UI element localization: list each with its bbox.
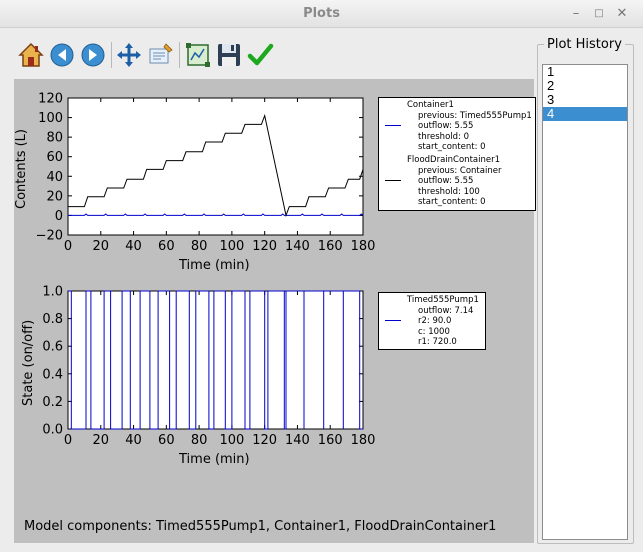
legend-entry-detail: start_content: 0	[418, 197, 486, 207]
x-tick-label: 80	[191, 239, 208, 254]
legend-entry-detail: outflow: 5.55	[418, 121, 474, 131]
save-disk-icon	[218, 44, 240, 66]
legend-entry-detail: outflow: 7.14	[418, 305, 474, 316]
subplots-config-icon	[186, 43, 210, 67]
top-xlabel: Time (min)	[178, 258, 250, 273]
x-tick-label: 120	[252, 433, 277, 448]
back-arrow-icon	[50, 43, 74, 67]
plot-figure: 0 20 40 60 80 100 120 140 160 180 −20 0 20 40 60 80 100 1…	[14, 79, 536, 543]
legend-swatch	[385, 180, 401, 181]
minimize-button[interactable]: –	[566, 4, 586, 24]
apply-button[interactable]	[245, 40, 275, 70]
y-tick-label: 0.8	[42, 312, 63, 327]
x-tick-label: 180	[351, 239, 376, 254]
legend-entry-detail: threshold: 100	[418, 186, 480, 197]
y-tick-label: 40	[46, 170, 63, 185]
y-tick-label: 0.4	[42, 367, 63, 382]
toolbar-separator	[179, 42, 180, 68]
plot-history-item[interactable]: 3	[543, 93, 627, 107]
x-tick-label: 140	[285, 433, 310, 448]
plot-history-item[interactable]: 4	[543, 107, 627, 121]
configure-subplots-button[interactable]	[183, 40, 213, 70]
x-tick-label: 160	[318, 433, 343, 448]
x-tick-label: 60	[158, 239, 175, 254]
plot-history-item[interactable]: 2	[543, 79, 627, 93]
legend-swatch	[385, 320, 401, 321]
legend-entry-name: FloodDrainContainer1	[407, 155, 500, 165]
y-tick-label: 1.0	[42, 285, 63, 300]
bottom-axes-frame	[67, 290, 364, 430]
y-tick-label: 0	[55, 209, 63, 224]
plot-history-list[interactable]: 1234	[542, 64, 628, 540]
forward-arrow-icon	[81, 43, 105, 67]
y-tick-label: 0.2	[42, 395, 63, 410]
y-tick-label: 20	[46, 189, 63, 204]
top-axes-frame	[67, 97, 364, 236]
bottom-xlabel: Time (min)	[178, 452, 250, 467]
plot-history-title: Plot History	[544, 37, 625, 52]
legend-swatch	[385, 125, 401, 126]
x-tick-label: 40	[125, 239, 142, 254]
legend-entry-detail: r2: 90.0	[418, 316, 452, 326]
toolbar-separator	[111, 42, 112, 68]
x-tick-label: 180	[351, 433, 376, 448]
back-button[interactable]	[47, 40, 77, 70]
bottom-ylabel: State (on/off)	[21, 320, 36, 406]
forward-button[interactable]	[78, 40, 108, 70]
x-tick-label: 0	[64, 433, 72, 448]
x-tick-label: 20	[93, 239, 110, 254]
maximize-button[interactable]: □	[589, 4, 609, 24]
legend-entry-detail: previous: Timed555Pump1	[418, 110, 532, 121]
checkmark-icon	[247, 43, 274, 66]
pan-button[interactable]	[114, 40, 144, 70]
zoom-button[interactable]	[146, 40, 176, 70]
x-tick-label: 20	[93, 433, 110, 448]
legend-entry-detail: r1: 720.0	[418, 337, 457, 347]
legend-entry-detail: outflow: 5.55	[418, 176, 474, 186]
x-tick-label: 120	[252, 239, 277, 254]
zoom-icon	[149, 43, 173, 64]
y-tick-label: 120	[38, 92, 63, 107]
x-tick-label: 80	[191, 433, 208, 448]
pan-move-icon	[117, 43, 141, 67]
window-title: Plots	[303, 6, 340, 21]
y-tick-label: 0.0	[42, 423, 63, 438]
home-icon	[18, 42, 44, 67]
legend-entry-name: Container1	[407, 100, 454, 110]
save-button[interactable]	[214, 40, 244, 70]
y-tick-label: 0.6	[42, 340, 63, 355]
legend-entry-detail: previous: Container	[418, 165, 502, 176]
model-components-text: Model components: Timed555Pump1, Contain…	[24, 519, 497, 534]
top-ylabel: Contents (L)	[14, 129, 29, 209]
legend-entry-detail: threshold: 0	[418, 131, 470, 142]
y-tick-label: 100	[38, 111, 63, 126]
x-tick-label: 40	[125, 433, 142, 448]
close-button[interactable]: ✕	[612, 4, 632, 24]
legend-entry-detail: c: 1000	[418, 326, 450, 337]
x-tick-label: 140	[285, 239, 310, 254]
y-tick-label: 60	[46, 150, 63, 165]
x-tick-label: 100	[219, 239, 244, 254]
plot-history-item[interactable]: 1	[543, 65, 627, 79]
x-tick-label: 60	[158, 433, 175, 448]
x-tick-label: 0	[64, 239, 72, 254]
x-tick-label: 160	[318, 239, 343, 254]
home-button[interactable]	[16, 40, 46, 70]
title-bar: Plots – □ ✕	[0, 0, 643, 28]
legend-entry-detail: start_content: 0	[418, 142, 486, 152]
y-tick-label: 80	[46, 131, 63, 146]
legend-entry-name: Timed555Pump1	[407, 295, 479, 305]
y-tick-label: −20	[36, 229, 63, 244]
top-legend: Container1 previous: Timed555Pump1 outflow…	[378, 97, 536, 211]
x-tick-label: 100	[219, 433, 244, 448]
bottom-legend: Timed555Pump1 outflow: 7.14 r2: 90.0 c: 100…	[378, 292, 486, 350]
